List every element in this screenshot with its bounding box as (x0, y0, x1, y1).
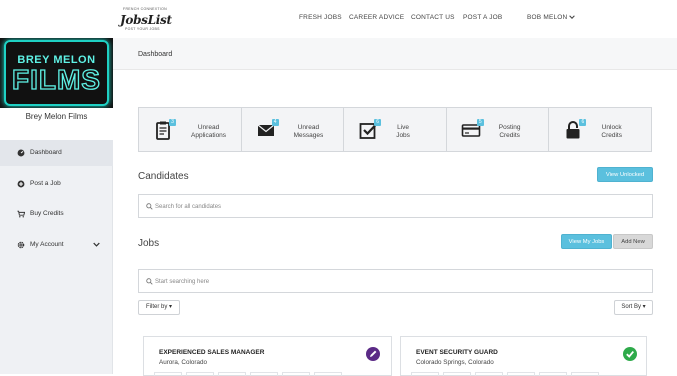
gear-icon (17, 241, 25, 249)
job-title: EXPERIENCED SALES MANAGER (159, 349, 265, 356)
add-new-button[interactable]: Add New (613, 234, 653, 249)
site-logo[interactable]: FRENCH CONNEXTION JobsList POST YOUR JOB… (116, 6, 172, 34)
candidates-search-input[interactable]: Search for all candidates (138, 194, 653, 218)
dashboard-icon (17, 149, 25, 157)
filter-by-dropdown[interactable]: Filter by ▾ (138, 300, 180, 315)
stat-count-badge: 6 (374, 119, 382, 126)
sort-by-dropdown[interactable]: Sort By ▾ (614, 300, 653, 315)
edit-icon[interactable] (366, 347, 380, 361)
jobs-search-placeholder: Start searching here (155, 279, 210, 285)
company-banner: BREY MELON FILMS (0, 38, 113, 108)
nav-fresh-jobs[interactable]: FRESH JOBS (299, 14, 342, 21)
check-icon[interactable] (623, 347, 637, 361)
cart-icon (17, 210, 25, 218)
job-card-actions (154, 372, 342, 376)
caret-down-icon: ▾ (169, 304, 173, 310)
candidates-search-placeholder: Search for all candidates (155, 204, 222, 210)
jobs-search-input[interactable]: Start searching here (138, 269, 653, 293)
job-card[interactable]: EVENT SECURITY GUARD Colorado Springs, C… (400, 336, 647, 376)
stat-live-jobs[interactable]: 6 Live Jobs (344, 108, 447, 151)
candidates-title: Candidates (138, 171, 189, 182)
plus-circle-icon (17, 180, 25, 188)
job-location: Colorado Springs, Colorado (416, 359, 494, 366)
sort-by-label: Sort By (621, 304, 641, 310)
user-menu[interactable]: BOB MELON (527, 14, 567, 21)
filter-by-label: Filter by (145, 304, 168, 310)
stat-label: Posting Credits (498, 124, 521, 139)
top-navbar: FRENCH CONNEXTION JobsList POST YOUR JOB… (0, 0, 677, 38)
stat-unread-messages[interactable]: 4 Unread Messages (242, 108, 345, 151)
stat-count-badge: 4 (271, 119, 279, 126)
job-card-actions (411, 372, 599, 376)
stat-unread-applications[interactable]: 3 Unread Applications (139, 108, 242, 151)
stats-strip: 3 Unread Applications 4 Unread Messages 6 … (138, 107, 652, 152)
page-title: Dashboard (138, 51, 173, 58)
page-header: Dashboard (113, 38, 677, 70)
sidebar: BREY MELON FILMS Brey Melon Films Dashbo… (0, 38, 113, 374)
jobs-title: Jobs (138, 238, 160, 249)
job-card[interactable]: EXPERIENCED SALES MANAGER Aurora, Colora… (143, 336, 392, 376)
stat-label: Unread Applications (191, 124, 227, 139)
nav-contact-us[interactable]: CONTACT US (411, 14, 455, 21)
stat-count-badge: 5 (476, 119, 484, 126)
sidebar-item-label: Dashboard (30, 149, 62, 156)
chevron-down-icon[interactable] (93, 241, 100, 248)
nav-career-advice[interactable]: CAREER ADVICE (349, 14, 404, 21)
logo-tagline-bottom: POST YOUR JOBS (125, 27, 160, 31)
chevron-down-icon[interactable] (569, 14, 575, 20)
nav-post-a-job[interactable]: POST A JOB (463, 14, 502, 21)
sidebar-item-dashboard[interactable]: Dashboard (0, 140, 113, 166)
stat-unlock-credits[interactable]: 6 Unlock Credits (549, 108, 651, 151)
search-icon (146, 278, 153, 285)
stat-posting-credits[interactable]: 5 Posting Credits (447, 108, 550, 151)
logo-brand: JobsList (120, 13, 172, 27)
sidebar-item-label: Post a Job (30, 180, 61, 187)
job-title: EVENT SECURITY GUARD (416, 349, 498, 356)
job-location: Aurora, Colorado (159, 359, 207, 366)
logo-tagline-top: FRENCH CONNEXTION (123, 7, 167, 11)
sidebar-item-label: My Account (30, 241, 64, 248)
stat-label: Unlock Credits (601, 124, 622, 139)
stat-count-badge: 3 (169, 119, 176, 126)
sidebar-item-label: Buy Credits (30, 210, 64, 217)
stat-count-badge: 6 (579, 119, 587, 126)
view-unlocked-button[interactable]: View Unlocked (597, 167, 653, 182)
banner-line-2: FILMS (11, 63, 101, 95)
sidebar-item-buy-credits[interactable]: Buy Credits (0, 201, 113, 227)
search-icon (146, 203, 153, 210)
stat-label: Live Jobs (396, 124, 410, 139)
stat-label: Unread Messages (293, 124, 324, 139)
view-my-jobs-button[interactable]: View My Jobs (561, 234, 612, 249)
caret-down-icon: ▾ (642, 304, 646, 310)
sidebar-item-post-a-job[interactable]: Post a Job (0, 171, 113, 197)
company-name: Brey Melon Films (0, 108, 113, 142)
sidebar-item-my-account[interactable]: My Account (0, 232, 113, 258)
